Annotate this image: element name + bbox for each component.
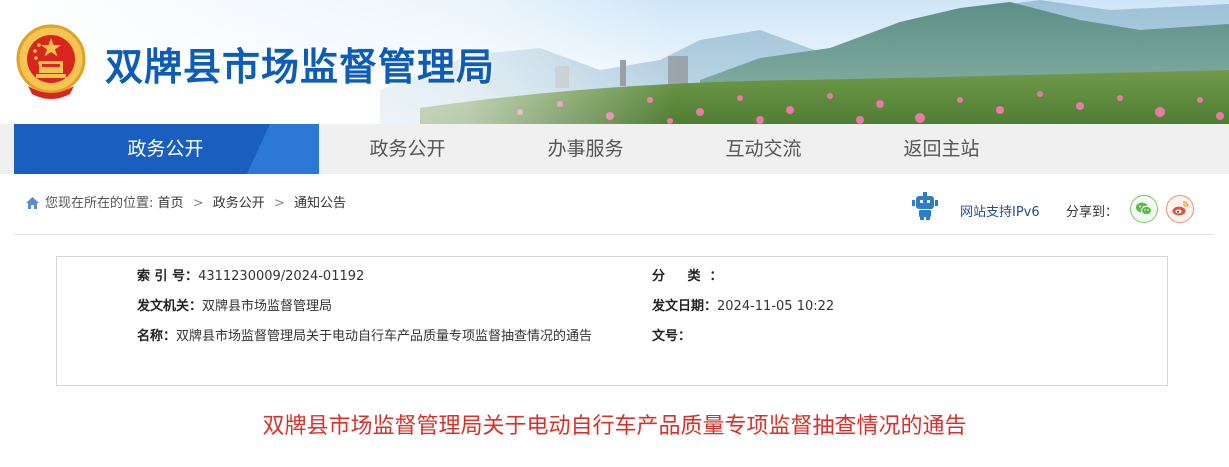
meta-index-value: 4311230009/2024-01192 [198, 269, 365, 284]
meta-document-number: 文号： [652, 327, 691, 347]
main-nav: 政务公开 政务公开 办事服务 互动交流 返回主站 [0, 124, 1229, 174]
meta-index: 索 引 号：4311230009/2024-01192 [137, 267, 364, 287]
breadcrumb-separator: > [273, 196, 285, 211]
breadcrumb-link-notices[interactable]: 通知公告 [294, 196, 346, 211]
ipv6-support-label: 网站支持IPv6 [960, 205, 1040, 220]
breadcrumb-prefix: 您现在所在的位置: [45, 196, 154, 211]
meta-number-label: 文号： [652, 329, 692, 344]
meta-class-label: 分 类： [652, 269, 732, 284]
nav-item-main-site[interactable]: 返回主站 [864, 124, 1019, 174]
nav-item-label: 办事服务 [547, 138, 624, 160]
robot-icon [912, 192, 938, 220]
header-banner: 双牌县市场监督管理局 [0, 0, 1229, 124]
meta-issuing-org: 发文机关：双牌县市场监督管理局 [137, 297, 332, 317]
meta-date-value: 2024-11-05 10:22 [717, 299, 835, 314]
meta-org-value: 双牌县市场监督管理局 [202, 299, 333, 314]
nav-item-interaction[interactable]: 互动交流 [686, 124, 841, 174]
nav-item-gov-affairs[interactable]: 政务公开 [330, 124, 485, 174]
nav-item-label: 政务公开 [127, 138, 204, 160]
wechat-icon [1136, 202, 1152, 216]
meta-document-name: 名称：双牌县市场监督管理局关于电动自行车产品质量专项监督抽查情况的通告 [137, 323, 657, 351]
weibo-icon [1172, 201, 1189, 216]
nav-item-label: 返回主站 [903, 138, 980, 160]
meta-date-label: 发文日期： [652, 299, 718, 314]
breadcrumb-bar: 您现在所在的位置: 首页 > 政务公开 > 通知公告 网站支持IPv6 分享到： [14, 184, 1214, 235]
meta-org-label: 发文机关： [137, 299, 203, 314]
share-weibo-button[interactable] [1166, 195, 1194, 223]
meta-name-value: 双牌县市场监督管理局关于电动自行车产品质量专项监督抽查情况的通告 [176, 329, 593, 344]
breadcrumb-link-gov-affairs[interactable]: 政务公开 [213, 196, 265, 211]
meta-index-label: 索 引 号： [137, 269, 199, 284]
document-meta-box: 索 引 号：4311230009/2024-01192 分 类： 发文机关：双牌… [56, 256, 1168, 386]
breadcrumb-link-home[interactable]: 首页 [158, 196, 184, 211]
breadcrumb: 您现在所在的位置: 首页 > 政务公开 > 通知公告 [26, 192, 346, 211]
article-title: 双牌县市场监督管理局关于电动自行车产品质量专项监督抽查情况的通告 [262, 414, 967, 439]
share-wechat-button[interactable] [1130, 195, 1158, 223]
meta-issue-date: 发文日期：2024-11-05 10:22 [652, 297, 834, 317]
national-emblem-icon [16, 24, 86, 99]
meta-classification: 分 类： [652, 267, 732, 287]
nav-item-services[interactable]: 办事服务 [508, 124, 663, 174]
nav-item-label: 政务公开 [369, 138, 446, 160]
nav-item-label: 互动交流 [725, 138, 802, 160]
home-icon [26, 197, 39, 209]
breadcrumb-separator: > [192, 196, 204, 211]
site-title: 双牌县市场监督管理局 [105, 45, 496, 89]
nav-item-gov-affairs-active[interactable]: 政务公开 [14, 124, 319, 174]
meta-name-label: 名称： [137, 329, 177, 344]
share-label: 分享到： [1066, 205, 1119, 220]
